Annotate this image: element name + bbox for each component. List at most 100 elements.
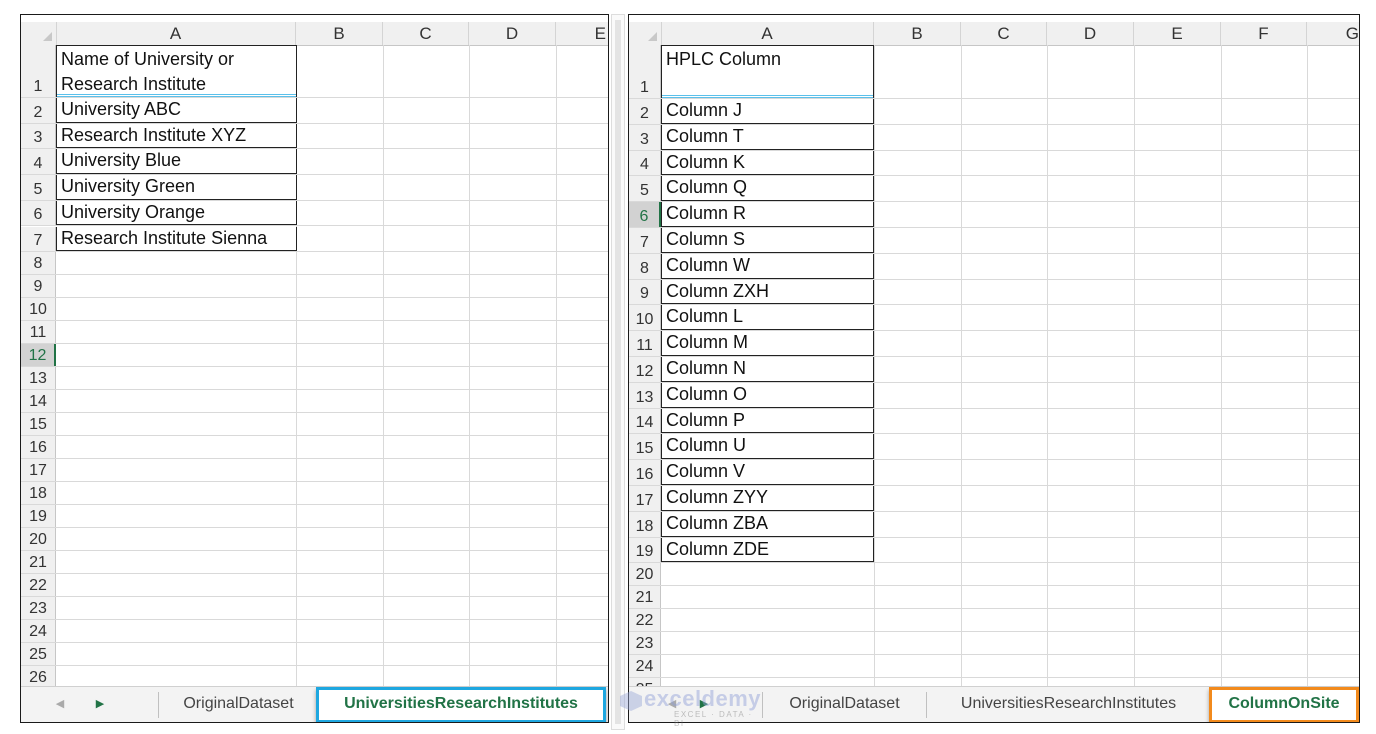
row-header[interactable]: 6: [21, 200, 56, 226]
data-cell[interactable]: University Orange: [56, 200, 297, 226]
data-cell[interactable]: Column R: [661, 202, 874, 227]
data-cell[interactable]: Column U: [661, 434, 874, 460]
data-cell[interactable]: Column ZDE: [661, 537, 874, 563]
row-header[interactable]: 22: [629, 609, 661, 632]
row-header[interactable]: 1: [21, 45, 56, 97]
data-cell[interactable]: Column K: [661, 150, 874, 176]
row-header[interactable]: 14: [21, 390, 56, 413]
header-cell[interactable]: Name of University or Research Institute: [56, 45, 297, 97]
tab-universities-research-institutes[interactable]: UniversitiesResearchInstitutes: [931, 687, 1206, 721]
tab-column-on-site[interactable]: ColumnOnSite: [1209, 687, 1359, 722]
data-cell[interactable]: Column T: [661, 124, 874, 150]
scroll-tabs-left-button[interactable]: ◀: [53, 695, 67, 713]
row-header[interactable]: 14: [629, 408, 661, 434]
row-header[interactable]: 7: [629, 228, 661, 253]
row-header[interactable]: 23: [21, 597, 56, 620]
row-header[interactable]: 15: [629, 434, 661, 460]
column-header-d[interactable]: D: [469, 22, 556, 45]
scroll-tabs-right-button[interactable]: ▶: [697, 695, 711, 713]
row-header[interactable]: 7: [21, 226, 56, 252]
row-header[interactable]: 19: [21, 505, 56, 528]
column-header-a[interactable]: A: [56, 22, 296, 45]
row-header[interactable]: 12: [21, 344, 56, 367]
row-header[interactable]: 25: [21, 643, 56, 666]
column-header-e[interactable]: E: [1134, 22, 1221, 45]
window-splitter[interactable]: [611, 14, 625, 730]
row-header[interactable]: 8: [629, 253, 661, 279]
row-header[interactable]: 5: [629, 176, 661, 202]
data-cell[interactable]: Column Q: [661, 176, 874, 202]
row-header[interactable]: 6: [629, 202, 661, 227]
column-header-a[interactable]: A: [661, 22, 874, 45]
data-cell[interactable]: Column N: [661, 357, 874, 382]
row-header[interactable]: 2: [629, 99, 661, 124]
row-header[interactable]: 16: [629, 460, 661, 485]
row-header[interactable]: 1: [629, 45, 661, 98]
data-cell[interactable]: Column P: [661, 408, 874, 434]
row-header[interactable]: 5: [21, 175, 56, 200]
row-header[interactable]: 11: [21, 321, 56, 344]
data-cell[interactable]: Column W: [661, 253, 874, 279]
data-cell[interactable]: Column L: [661, 305, 874, 331]
row-header[interactable]: 9: [629, 279, 661, 305]
column-header-b[interactable]: B: [296, 22, 383, 45]
row-header[interactable]: 22: [21, 574, 56, 597]
row-header[interactable]: 17: [629, 486, 661, 511]
row-header[interactable]: 21: [21, 551, 56, 574]
column-header-g[interactable]: G: [1307, 22, 1359, 45]
row-header[interactable]: 23: [629, 632, 661, 655]
data-cell[interactable]: Column M: [661, 331, 874, 356]
data-cell[interactable]: Research Institute XYZ: [56, 123, 297, 149]
row-header[interactable]: 17: [21, 459, 56, 482]
row-header[interactable]: 26: [21, 666, 56, 689]
row-header[interactable]: 18: [629, 511, 661, 537]
column-header-b[interactable]: B: [874, 22, 961, 45]
row-header[interactable]: 21: [629, 586, 661, 609]
tab-original-dataset[interactable]: OriginalDataset: [161, 687, 316, 721]
scroll-tabs-left-button[interactable]: ◀: [665, 695, 679, 713]
row-header[interactable]: 10: [21, 298, 56, 321]
row-header[interactable]: 15: [21, 413, 56, 436]
data-cell[interactable]: Column ZXH: [661, 279, 874, 305]
row-header[interactable]: 24: [629, 655, 661, 678]
row-header[interactable]: 24: [21, 620, 56, 643]
data-cell[interactable]: University ABC: [56, 98, 297, 123]
row-header[interactable]: 11: [629, 331, 661, 356]
data-cell[interactable]: Column O: [661, 382, 874, 408]
data-cell[interactable]: University Blue: [56, 149, 297, 175]
row-header[interactable]: 13: [21, 367, 56, 390]
column-header-d[interactable]: D: [1047, 22, 1134, 45]
data-cell[interactable]: Column S: [661, 228, 874, 253]
row-header[interactable]: 4: [629, 150, 661, 176]
row-header[interactable]: 20: [21, 528, 56, 551]
select-all-button[interactable]: [21, 22, 57, 45]
tab-universities-research-institutes[interactable]: UniversitiesResearchInstitutes: [316, 687, 606, 722]
data-cell[interactable]: Research Institute Sienna: [56, 226, 297, 252]
row-header[interactable]: 2: [21, 98, 56, 123]
column-header-c[interactable]: C: [961, 22, 1047, 45]
row-header[interactable]: 20: [629, 563, 661, 586]
data-cell[interactable]: Column ZYY: [661, 486, 874, 511]
select-all-button[interactable]: [629, 22, 662, 45]
row-header[interactable]: 9: [21, 275, 56, 298]
row-header[interactable]: 18: [21, 482, 56, 505]
column-header-e[interactable]: E: [556, 22, 608, 45]
tab-original-dataset[interactable]: OriginalDataset: [767, 687, 922, 721]
row-header[interactable]: 19: [629, 537, 661, 563]
row-header[interactable]: 4: [21, 149, 56, 175]
column-header-f[interactable]: F: [1221, 22, 1307, 45]
column-header-c[interactable]: C: [383, 22, 469, 45]
data-cell[interactable]: Column V: [661, 460, 874, 485]
scroll-tabs-right-button[interactable]: ▶: [93, 695, 107, 713]
data-cell[interactable]: Column J: [661, 99, 874, 124]
row-header[interactable]: 10: [629, 305, 661, 331]
row-header[interactable]: 16: [21, 436, 56, 459]
row-header[interactable]: 3: [629, 124, 661, 150]
row-header[interactable]: 8: [21, 252, 56, 275]
data-cell[interactable]: Column ZBA: [661, 511, 874, 537]
row-header[interactable]: 12: [629, 357, 661, 382]
row-header[interactable]: 13: [629, 382, 661, 408]
header-cell[interactable]: HPLC Column: [661, 45, 874, 98]
row-header[interactable]: 3: [21, 123, 56, 149]
data-cell[interactable]: University Green: [56, 175, 297, 200]
